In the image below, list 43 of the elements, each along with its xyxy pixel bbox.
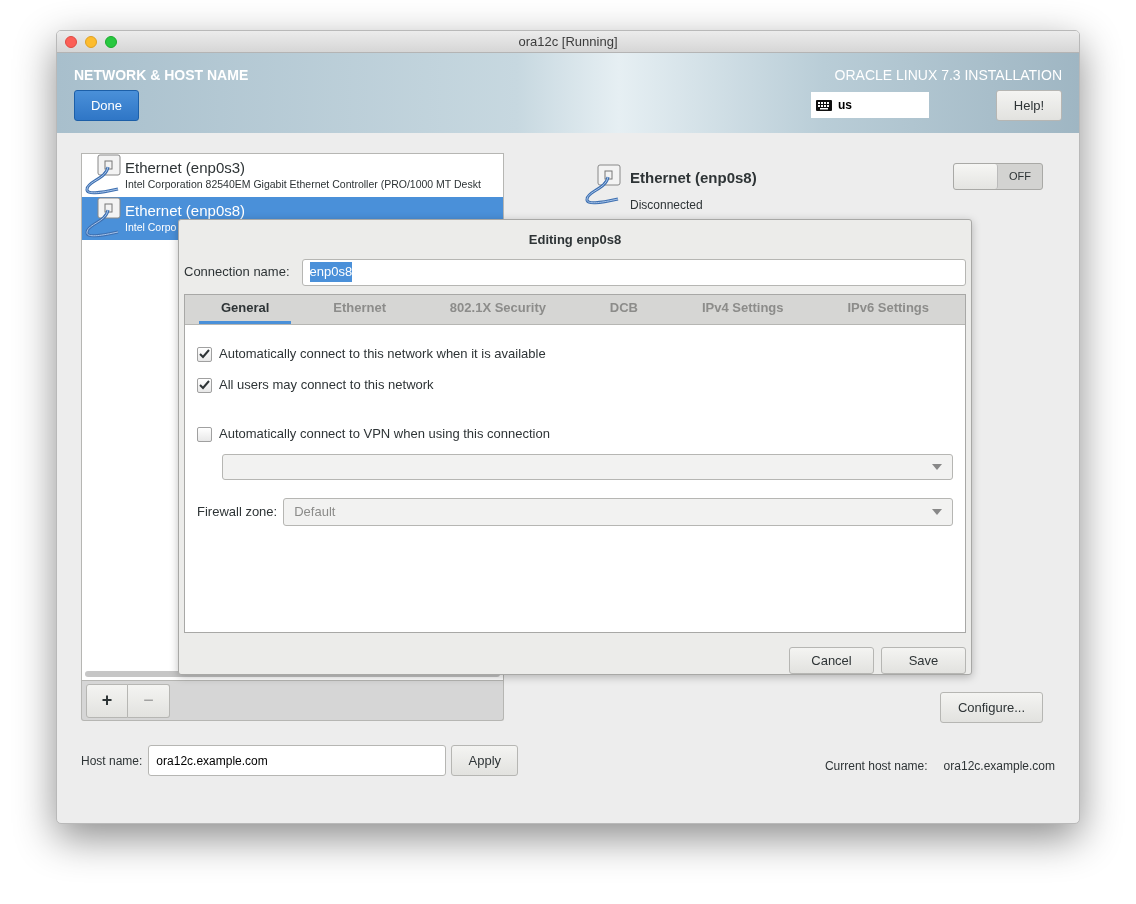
option-label: All users may connect to this network bbox=[219, 376, 434, 395]
host-name-label: Host name: bbox=[81, 752, 143, 770]
close-icon[interactable] bbox=[65, 35, 77, 48]
help-button[interactable]: Help! bbox=[996, 90, 1062, 121]
dropdown-arrow-icon bbox=[932, 463, 942, 470]
host-name-field[interactable]: ora12c.example.com bbox=[148, 745, 447, 776]
window-title: ora12c [Running] bbox=[518, 32, 618, 51]
toggle-label: OFF bbox=[1008, 169, 1032, 185]
device-name: Ethernet (enp0s3) bbox=[125, 158, 247, 177]
keyboard-icon bbox=[816, 99, 832, 111]
add-button[interactable]: + bbox=[86, 683, 128, 718]
settings-tab[interactable]: General bbox=[198, 294, 292, 324]
device-title: Ethernet (enp0s8) bbox=[630, 168, 757, 188]
product-title: ORACLE LINUX 7.3 INSTALLATION bbox=[834, 66, 1062, 85]
apply-button[interactable]: Apply bbox=[451, 745, 519, 776]
connection-name-value: enp0s8 bbox=[309, 262, 353, 282]
device-description: Intel Corporation 82540EM Gigabit Ethernet Controller (PRO/1000 MT Deskt bbox=[125, 176, 481, 192]
keyboard-layout-field[interactable]: us bbox=[811, 92, 929, 118]
dialog-button[interactable]: Save bbox=[881, 647, 966, 674]
current-host-name-label: Current host name: bbox=[824, 758, 928, 775]
minimize-icon[interactable] bbox=[85, 35, 97, 48]
dropdown-arrow-icon bbox=[932, 508, 942, 515]
current-host-name: ora12c.example.com bbox=[943, 758, 1055, 775]
device-status: Disconnected bbox=[630, 196, 704, 214]
configure-button[interactable]: Configure... bbox=[940, 692, 1043, 723]
ethernet-cable-icon bbox=[84, 197, 124, 240]
device-name: Ethernet (enp0s8) bbox=[125, 201, 246, 220]
zoom-icon[interactable] bbox=[105, 35, 117, 48]
device-list-item[interactable]: Ethernet (enp0s3) Intel Corporation 82540EM Gigabit Ethernet Controller (PRO/1000 MT Deskt bbox=[82, 154, 503, 197]
option-label: Automatically connect to VPN when using this connection bbox=[219, 425, 550, 444]
dialog-button[interactable]: Cancel bbox=[789, 647, 874, 674]
page-title: NETWORK & HOST NAME bbox=[74, 66, 249, 85]
device-description: Intel Corpo bbox=[125, 219, 178, 235]
connection-name-label: Connection name: bbox=[184, 263, 290, 282]
checkbox[interactable] bbox=[197, 346, 212, 362]
firewall-zone-label: Firewall zone: bbox=[197, 502, 278, 521]
dialog-title: Editing enp0s8 bbox=[527, 231, 623, 249]
checkbox[interactable] bbox=[197, 426, 212, 442]
vpn-dropdown[interactable] bbox=[222, 453, 953, 480]
done-button[interactable]: Done bbox=[74, 90, 139, 121]
power-toggle[interactable]: OFF bbox=[953, 163, 1043, 190]
checkbox[interactable] bbox=[197, 377, 212, 393]
option-label: Automatically connect to this network when it is available bbox=[219, 345, 546, 364]
